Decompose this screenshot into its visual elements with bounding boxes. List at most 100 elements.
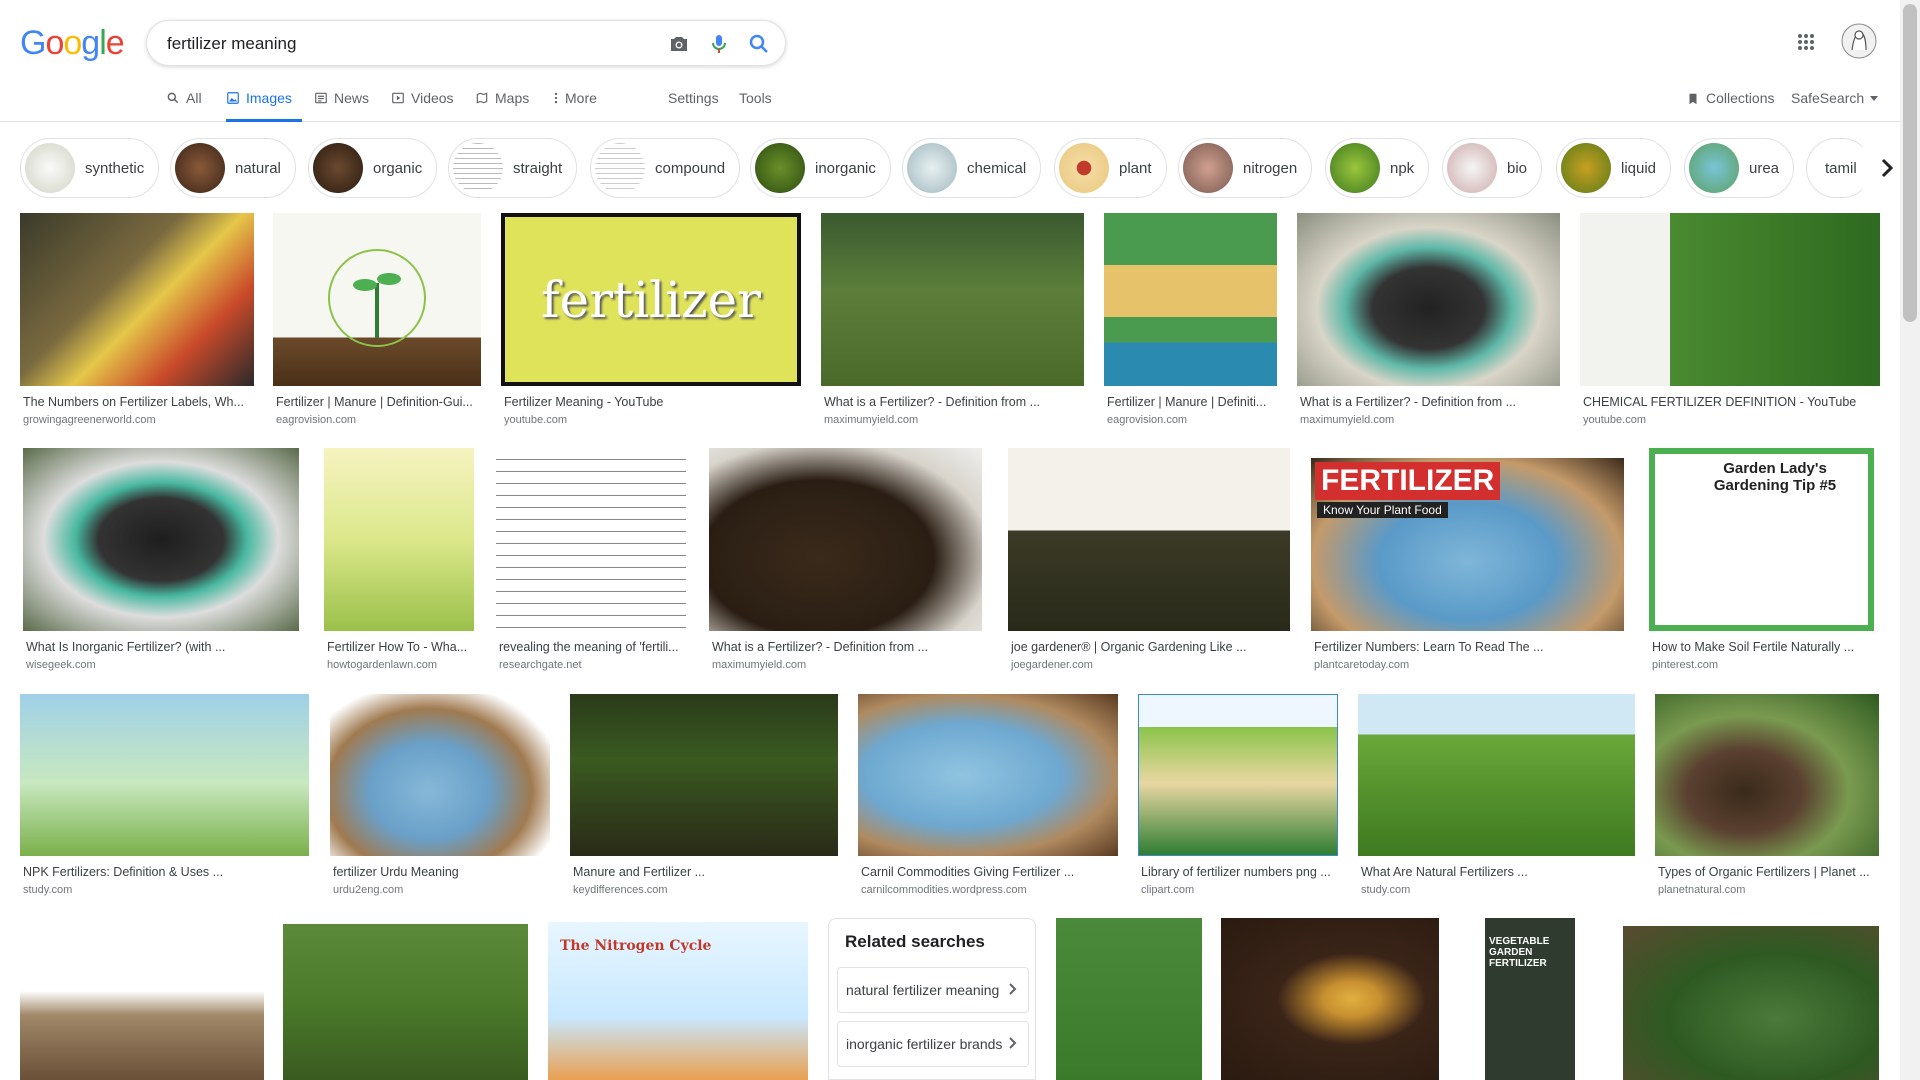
image-result[interactable]: Fertilizer | Manure | Definition-Gui... … [273,213,481,428]
image-result[interactable]: What Are Natural Fertilizers ... study.c… [1358,694,1635,899]
scrollbar-thumb[interactable] [1903,4,1917,322]
image-result[interactable]: FERTILIZER Know Your Plant Food Fertiliz… [1311,448,1624,673]
chip-compound[interactable]: compound [590,138,741,198]
image-result[interactable]: What is a Fertilizer? - Definition from … [821,213,1084,428]
result-caption: Fertilizer Numbers: Learn To Read The ..… [1314,640,1544,654]
thumbnail-text: VEGETABLE GARDEN FERTILIZER [1489,936,1550,969]
result-thumbnail [20,213,254,386]
result-domain: keydifferences.com [573,884,668,896]
chip-natural[interactable]: natural [170,138,296,198]
tools-link[interactable]: Tools [739,90,772,122]
image-result[interactable]: joe gardener® | Organic Gardening Like .… [1008,448,1290,673]
search-icon [167,92,179,104]
tab-more[interactable]: More [553,90,597,122]
tab-label: Maps [495,90,530,106]
result-domain: growingagreenerworld.com [23,414,156,426]
result-caption: Fertilizer Meaning - YouTube [504,395,664,409]
tab-images[interactable]: Images [226,90,302,122]
image-result[interactable]: revealing the meaning of 'fertili... res… [496,448,686,673]
result-thumbnail [709,448,982,631]
result-thumbnail [1655,694,1879,856]
chevron-right-icon [1881,158,1894,178]
image-result[interactable]: Library of fertilizer numbers png ... cl… [1138,694,1338,899]
result-caption: How to Make Soil Fertile Naturally ... [1652,640,1855,654]
settings-link[interactable]: Settings [668,90,719,122]
microphone-icon[interactable] [707,32,731,56]
image-result[interactable]: Carnil Commodities Giving Fertilizer ...… [858,694,1118,899]
result-caption: What is a Fertilizer? - Definition from … [1300,395,1517,409]
result-thumbnail [23,448,299,631]
image-result[interactable]: NPK Fertilizers: Definition & Uses ... s… [20,694,309,899]
result-domain: youtube.com [504,414,567,426]
image-result[interactable]: What is a Fertilizer? - Definition from … [709,448,982,673]
tab-all[interactable]: All [166,90,202,122]
related-search-item[interactable]: natural fertilizer meaning [837,967,1029,1013]
chip-npk[interactable]: npk [1325,138,1430,198]
chip-thumbnail [1561,143,1611,193]
result-caption: The Numbers on Fertilizer Labels, Wh... [23,395,244,409]
result-caption: Fertilizer | Manure | Definition-Gui... [276,395,473,409]
refinement-chips: synthetic natural organic straight compo… [0,138,1900,198]
chip-chemical[interactable]: chemical [902,138,1042,198]
result-caption: Fertilizer | Manure | Definiti... [1107,395,1267,409]
related-search-item[interactable]: inorganic fertilizer brands [837,1021,1029,1067]
result-thumbnail [283,924,528,1080]
result-thumbnail [1358,694,1635,856]
image-result[interactable]: What is a Fertilizer? - Definition from … [1297,213,1560,428]
apps-grid-icon[interactable] [1790,26,1822,58]
result-thumbnail [20,694,309,856]
chip-thumbnail [25,143,75,193]
chip-inorganic[interactable]: inorganic [750,138,891,198]
search-icon[interactable] [747,32,771,56]
safesearch-dropdown[interactable]: SafeSearch [1791,90,1879,122]
google-logo[interactable]: Google [20,24,125,63]
avatar[interactable] [1840,22,1878,60]
image-result[interactable]: fertilizer Fertilizer Meaning - YouTube … [501,213,801,428]
image-result[interactable]: VEGETABLE GARDEN FERTILIZER [1459,918,1603,1080]
chip-nitrogen[interactable]: nitrogen [1178,138,1313,198]
chip-plant[interactable]: plant [1054,138,1167,198]
image-result[interactable]: Types of Organic Fertilizers | Planet ..… [1655,694,1879,899]
image-result[interactable]: What Is Inorganic Fertilizer? (with ... … [23,448,299,673]
chip-synthetic[interactable]: synthetic [20,138,160,198]
chip-bio[interactable]: bio [1442,138,1543,198]
chip-thumbnail [1183,143,1233,193]
result-caption: What is a Fertilizer? - Definition from … [824,395,1041,409]
result-caption: Fertilizer How To - Wha... [327,640,468,654]
result-caption: NPK Fertilizers: Definition & Uses ... [23,865,224,879]
image-result[interactable] [20,918,264,1080]
chip-organic[interactable]: organic [308,138,438,198]
image-result[interactable]: fertilizer Urdu Meaning urdu2eng.com [330,694,550,899]
result-domain: plantcaretoday.com [1314,659,1410,671]
tab-videos[interactable]: Videos [391,90,454,122]
tab-maps[interactable]: Maps [475,90,529,122]
search-input[interactable]: fertilizer meaning [167,34,296,54]
image-result[interactable] [283,924,528,1080]
image-result[interactable] [1623,926,1879,1080]
tab-label: More [565,90,597,106]
image-result[interactable]: The Numbers on Fertilizer Labels, Wh... … [20,213,254,428]
search-box[interactable]: fertilizer meaning [146,20,786,66]
collections-link[interactable]: Collections [1686,90,1774,122]
image-result[interactable]: The Nitrogen Cycle [548,922,808,1080]
chevron-right-icon [1009,1037,1017,1049]
result-thumbnail [273,213,481,386]
thumbnail-text: Garden Lady's Gardening Tip #5 [1713,460,1837,494]
tab-news[interactable]: News [314,90,369,122]
chip-straight[interactable]: straight [448,138,578,198]
image-result[interactable] [1221,918,1439,1080]
chip-thumbnail [1330,143,1380,193]
image-result[interactable]: Fertilizer | Manure | Definiti... eagrov… [1104,213,1277,428]
result-thumbnail: FERTILIZER Know Your Plant Food [1311,458,1624,631]
image-result[interactable]: Fertilizer How To - Wha... howtogardenla… [324,448,474,673]
image-result[interactable]: Garden Lady's Gardening Tip #5 How to Ma… [1649,448,1874,673]
camera-icon[interactable] [667,32,691,56]
result-caption: Manure and Fertilizer ... [573,865,705,879]
image-result[interactable]: CHEMICAL FERTILIZER DEFINITION - YouTube… [1580,213,1880,428]
image-result[interactable] [1056,918,1202,1080]
image-result[interactable]: Manure and Fertilizer ... keydifferences… [570,694,838,899]
result-thumbnail [1104,213,1277,386]
chip-liquid[interactable]: liquid [1556,138,1672,198]
chip-urea[interactable]: urea [1684,138,1795,198]
result-domain: youtube.com [1583,414,1646,426]
